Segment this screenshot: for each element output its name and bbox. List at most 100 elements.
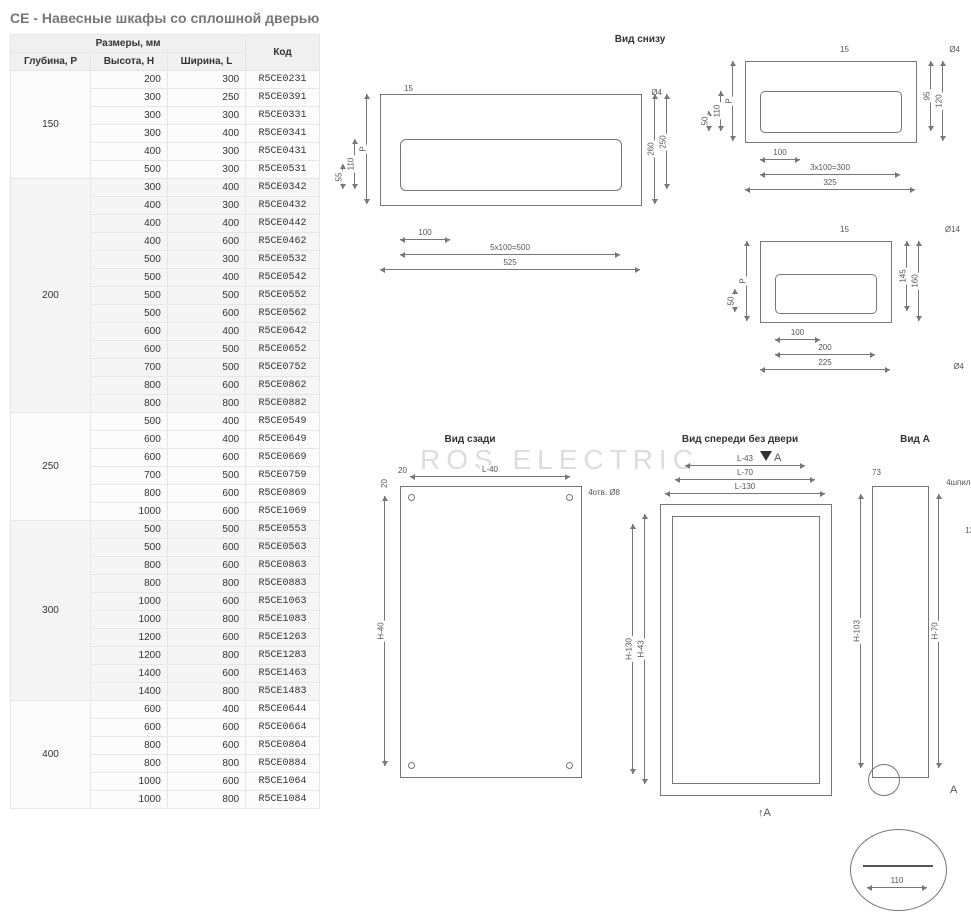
cell-width: 800 bbox=[167, 611, 245, 629]
cell-code: R5CE0752 bbox=[246, 359, 320, 377]
cell-width: 400 bbox=[167, 701, 245, 719]
cell-code: R5CE0563 bbox=[246, 539, 320, 557]
cell-code: R5CE0884 bbox=[246, 755, 320, 773]
cell-height: 600 bbox=[91, 701, 168, 719]
cell-code: R5CE0553 bbox=[246, 521, 320, 539]
cell-height: 500 bbox=[91, 287, 168, 305]
cell-width: 600 bbox=[167, 539, 245, 557]
cell-width: 800 bbox=[167, 755, 245, 773]
drawing-bottom-medium: 15 Ø4 100 3x100=300 325 P 110 50 95 120 bbox=[730, 49, 960, 219]
arrow-a-top: A bbox=[760, 451, 781, 464]
cell-code: R5CE0331 bbox=[246, 107, 320, 125]
cell-code: R5CE0669 bbox=[246, 449, 320, 467]
cell-height: 500 bbox=[91, 413, 168, 431]
technical-drawings: ROS ELECTRIC Вид снизу 15 Ø4 100 5x100=5… bbox=[340, 34, 960, 914]
page-title: CE - Навесные шкафы со сплошной дверью bbox=[10, 10, 971, 26]
cell-width: 400 bbox=[167, 215, 245, 233]
cell-code: R5CE1283 bbox=[246, 647, 320, 665]
cell-width: 400 bbox=[167, 431, 245, 449]
cell-height: 500 bbox=[91, 161, 168, 179]
cell-height: 1000 bbox=[91, 593, 168, 611]
col-depth: Глубина, P bbox=[11, 53, 91, 71]
cell-depth: 200 bbox=[11, 179, 91, 413]
cell-width: 400 bbox=[167, 179, 245, 197]
cell-height: 1400 bbox=[91, 665, 168, 683]
cell-code: R5CE0462 bbox=[246, 233, 320, 251]
cell-code: R5CE1263 bbox=[246, 629, 320, 647]
cell-code: R5CE0863 bbox=[246, 557, 320, 575]
drawing-front: L-43 L-70 L-130 H-43 H-130 A ↑A bbox=[630, 459, 855, 839]
drawing-detail-a: 110 bbox=[845, 829, 955, 919]
cell-code: R5CE0864 bbox=[246, 737, 320, 755]
cell-width: 400 bbox=[167, 269, 245, 287]
cell-height: 800 bbox=[91, 575, 168, 593]
cell-width: 600 bbox=[167, 629, 245, 647]
cell-width: 800 bbox=[167, 575, 245, 593]
cell-width: 300 bbox=[167, 161, 245, 179]
table-group: 250500400R5CE0549600400R5CE0649600600R5C… bbox=[11, 413, 320, 521]
cell-height: 1400 bbox=[91, 683, 168, 701]
cell-width: 600 bbox=[167, 719, 245, 737]
cell-height: 1000 bbox=[91, 503, 168, 521]
cell-depth: 300 bbox=[11, 521, 91, 701]
cell-width: 600 bbox=[167, 449, 245, 467]
caption-rear-view: Вид сзади bbox=[410, 434, 530, 445]
cell-width: 500 bbox=[167, 521, 245, 539]
cell-height: 1200 bbox=[91, 629, 168, 647]
cell-height: 300 bbox=[91, 179, 168, 197]
cell-code: R5CE0549 bbox=[246, 413, 320, 431]
table-row: 400600400R5CE0644 bbox=[11, 701, 320, 719]
cell-height: 600 bbox=[91, 431, 168, 449]
cell-width: 300 bbox=[167, 107, 245, 125]
cell-width: 600 bbox=[167, 485, 245, 503]
table-group: 300500500R5CE0553500600R5CE0563800600R5C… bbox=[11, 521, 320, 701]
caption-view-a: Вид А bbox=[880, 434, 950, 445]
cell-code: R5CE0664 bbox=[246, 719, 320, 737]
cell-width: 800 bbox=[167, 791, 245, 809]
dim-group-header: Размеры, мм bbox=[11, 35, 246, 53]
cell-code: R5CE0342 bbox=[246, 179, 320, 197]
cell-width: 300 bbox=[167, 197, 245, 215]
cell-height: 400 bbox=[91, 215, 168, 233]
drawing-bottom-small: 15 Ø14 100 200 225 P 50 145 160 Ø4 bbox=[740, 229, 960, 399]
cell-height: 600 bbox=[91, 323, 168, 341]
cell-width: 800 bbox=[167, 683, 245, 701]
cell-code: R5CE0391 bbox=[246, 89, 320, 107]
col-height: Высота, H bbox=[91, 53, 168, 71]
cell-height: 800 bbox=[91, 557, 168, 575]
cell-height: 1200 bbox=[91, 647, 168, 665]
cell-code: R5CE0432 bbox=[246, 197, 320, 215]
cell-width: 250 bbox=[167, 89, 245, 107]
cell-width: 800 bbox=[167, 395, 245, 413]
cell-height: 300 bbox=[91, 89, 168, 107]
cell-height: 600 bbox=[91, 341, 168, 359]
cell-code: R5CE1069 bbox=[246, 503, 320, 521]
caption-front-view: Вид спереди без двери bbox=[660, 434, 820, 445]
cell-width: 800 bbox=[167, 647, 245, 665]
cell-code: R5CE1084 bbox=[246, 791, 320, 809]
cell-code: R5CE0341 bbox=[246, 125, 320, 143]
cell-code: R5CE0542 bbox=[246, 269, 320, 287]
drawing-bottom-large: 15 Ø4 100 5x100=500 525 P 110 55 260 250 bbox=[360, 84, 660, 274]
cell-width: 600 bbox=[167, 593, 245, 611]
cell-width: 600 bbox=[167, 305, 245, 323]
cell-code: R5CE0552 bbox=[246, 287, 320, 305]
cell-code: R5CE0431 bbox=[246, 143, 320, 161]
table-row: 250500400R5CE0549 bbox=[11, 413, 320, 431]
cell-height: 700 bbox=[91, 359, 168, 377]
cell-code: R5CE0862 bbox=[246, 377, 320, 395]
cell-width: 600 bbox=[167, 557, 245, 575]
cell-width: 500 bbox=[167, 287, 245, 305]
cell-width: 600 bbox=[167, 773, 245, 791]
cell-height: 400 bbox=[91, 233, 168, 251]
cell-depth: 150 bbox=[11, 71, 91, 179]
cell-height: 800 bbox=[91, 395, 168, 413]
cell-height: 600 bbox=[91, 449, 168, 467]
dimensions-table: Размеры, мм Код Глубина, P Высота, H Шир… bbox=[10, 34, 320, 809]
cell-code: R5CE0652 bbox=[246, 341, 320, 359]
cell-code: R5CE1463 bbox=[246, 665, 320, 683]
drawing-view-a: 73 4шпильки М6 13 H-70 H-103 A bbox=[860, 464, 970, 824]
cell-height: 600 bbox=[91, 719, 168, 737]
table-row: 300500500R5CE0553 bbox=[11, 521, 320, 539]
drawing-rear: 20 20 4отв. Ø8 L-40 H-40 bbox=[360, 464, 610, 814]
